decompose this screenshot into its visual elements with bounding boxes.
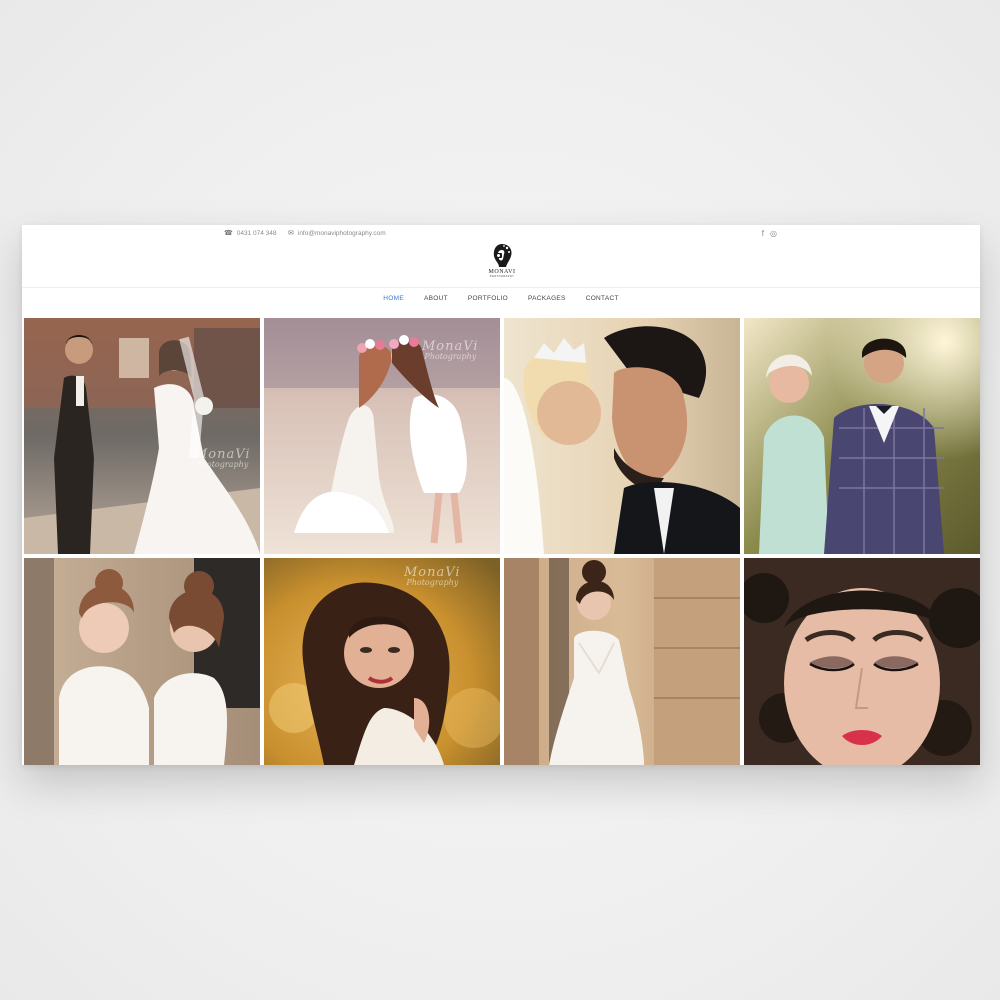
main-nav: HOME ABOUT PORTFOLIO PACKAGES CONTACT	[22, 295, 980, 302]
email-contact[interactable]: ✉ info@monaviphotography.com	[288, 230, 386, 237]
social-links: f ◎	[762, 229, 777, 238]
photo-two-brides-updo[interactable]	[24, 558, 260, 765]
photo-curly-hair-portrait[interactable]: MonaVi Photography	[264, 558, 500, 765]
photo-bride-groom-kiss[interactable]	[504, 318, 740, 554]
nav-portfolio[interactable]: PORTFOLIO	[468, 295, 508, 302]
nav-packages[interactable]: PACKAGES	[528, 295, 566, 302]
header-divider	[22, 287, 980, 288]
photo-gallery: MonaVi Photography MonaVi Photography Mo…	[24, 318, 980, 765]
website-mockup: ☎ 0431 074 348 ✉ info@monaviphotography.…	[22, 225, 980, 765]
site-logo[interactable]: MONAVI PHOTOGRAPHY	[477, 241, 527, 285]
envelope-icon: ✉	[288, 230, 294, 237]
photo-couple-plaid-suit[interactable]	[744, 318, 980, 554]
phone-icon: ☎	[224, 230, 233, 237]
phone-number: 0431 074 348	[236, 230, 277, 237]
page-backdrop: ☎ 0431 074 348 ✉ info@monaviphotography.…	[0, 0, 1000, 1000]
instagram-icon[interactable]: ◎	[770, 229, 777, 238]
photo-wedding-couple-walking[interactable]: MonaVi Photography	[24, 318, 260, 554]
facebook-icon[interactable]: f	[762, 229, 764, 238]
photo-girls-flower-crowns[interactable]: MonaVi Photography	[264, 318, 500, 554]
phone-contact[interactable]: ☎ 0431 074 348	[224, 230, 277, 237]
logo-portrait-icon	[493, 244, 512, 267]
email-address: info@monaviphotography.com	[297, 230, 386, 237]
photo-closeup-makeup[interactable]	[744, 558, 980, 765]
nav-contact[interactable]: CONTACT	[586, 295, 619, 302]
nav-home[interactable]: HOME	[383, 295, 404, 302]
nav-about[interactable]: ABOUT	[424, 295, 448, 302]
logo-subtitle: PHOTOGRAPHY	[489, 275, 515, 278]
photo-bride-white-gown[interactable]	[504, 558, 740, 765]
